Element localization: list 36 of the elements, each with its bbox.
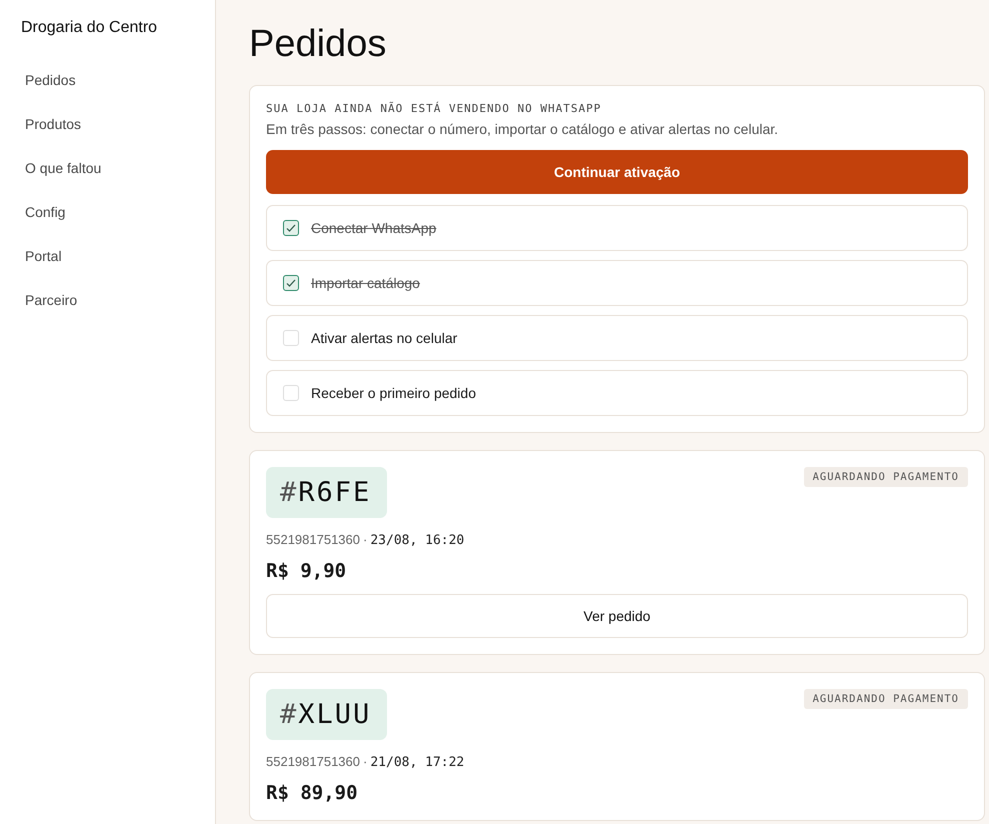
step-label: Ativar alertas no celular [311, 330, 458, 346]
checklist-item[interactable]: Importar catálogo [266, 260, 968, 306]
check-icon [286, 223, 296, 233]
order-id-badge: #R6FE [266, 467, 388, 518]
nav-link[interactable]: Config [21, 190, 70, 234]
checkbox[interactable] [283, 275, 299, 291]
order-total: R$ 89,90 [266, 782, 359, 804]
continue-button[interactable]: Continuar ativação [266, 150, 968, 194]
order-id-badge: #XLUU [266, 689, 388, 740]
nav-link[interactable]: O que faltou [21, 146, 106, 190]
step-label: Conectar WhatsApp [311, 220, 436, 236]
order-date: 23/08, 16:20 [370, 533, 464, 548]
view-order-button[interactable]: Ver pedido [266, 594, 968, 638]
store-name: Drogaria do Centro [21, 19, 158, 37]
checkbox[interactable] [283, 220, 299, 236]
banner-description: Em três passos: conectar o número, importar o catálogo e ativar alertas no celular. [266, 121, 780, 137]
checklist-item[interactable]: Receber o primeiro pedido [266, 370, 968, 416]
check-icon [286, 278, 296, 288]
step-label: Receber o primeiro pedido [311, 385, 476, 401]
nav-link[interactable]: Parceiro [21, 278, 82, 322]
step-label: Importar catálogo [311, 275, 420, 291]
order-date: 21/08, 17:22 [370, 755, 464, 770]
nav-link[interactable]: Produtos [21, 102, 86, 146]
banner-heading: SUA LOJA AINDA NÃO ESTÁ VENDENDO NO WHATSAPP [266, 102, 602, 115]
customer-phone: 5521981751360 [266, 754, 360, 769]
checklist-item[interactable]: Conectar WhatsApp [266, 205, 968, 251]
page-title: Pedidos [249, 22, 388, 67]
separator: · [363, 532, 368, 547]
nav-link[interactable]: Pedidos [21, 58, 80, 102]
status-badge: AGUARDANDO PAGAMENTO [804, 467, 968, 487]
nav-link[interactable]: Portal [21, 234, 66, 278]
checklist-item[interactable]: Ativar alertas no celular [266, 315, 968, 361]
status-badge: AGUARDANDO PAGAMENTO [804, 689, 968, 709]
separator: · [363, 754, 368, 769]
customer-phone: 5521981751360 [266, 532, 360, 547]
order-total: R$ 9,90 [266, 560, 348, 582]
